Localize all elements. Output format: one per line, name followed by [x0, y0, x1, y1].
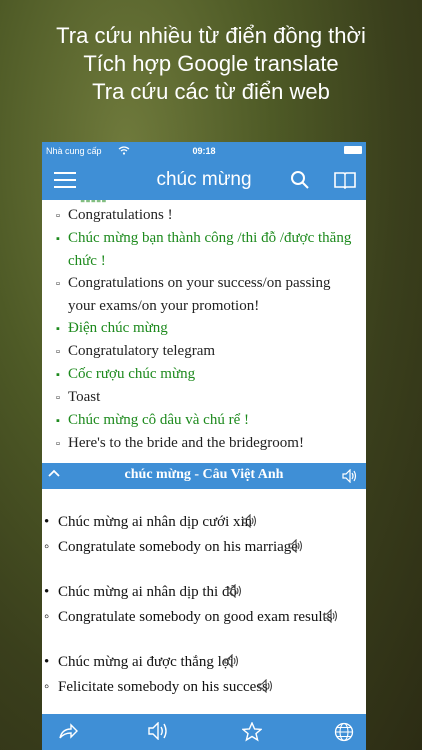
- speaker-icon[interactable]: [342, 468, 358, 487]
- definition-item: ▫ Congratulations on your success/on pass…: [42, 272, 360, 317]
- definition-text: Chúc mừng bạn thành công /thi đỗ /được t…: [68, 230, 352, 269]
- phrase-english: ◦ Felicitate somebody on his success: [42, 676, 366, 701]
- definition-item: ▪ Điện chúc mừng: [42, 317, 360, 340]
- share-icon[interactable]: [58, 722, 78, 744]
- phone-screen: Nhà cung cấp 09:18 chúc mừng ▪▪▪▪▪ ▫ Cong…: [42, 142, 366, 750]
- speaker-icon[interactable]: [322, 608, 339, 631]
- battery-icon: [344, 146, 362, 154]
- speaker-icon[interactable]: [227, 583, 243, 606]
- phrase-vietnamese: • Chúc mừng ai nhân dịp cưới xin: [42, 511, 366, 536]
- phrase-vietnamese: • Chúc mừng ai nhân dịp thi đỗ: [42, 581, 366, 606]
- promo-line-3: Tra cứu các từ điển web: [92, 79, 330, 104]
- square-bullet-icon: ▪: [56, 369, 60, 381]
- speaker-icon[interactable]: [288, 538, 304, 561]
- speaker-icon[interactable]: [224, 653, 240, 676]
- bullet-icon: •: [44, 514, 50, 530]
- nav-title: chúc mừng: [156, 169, 252, 190]
- definition-text: Cốc rượu chúc mừng: [68, 366, 196, 382]
- bottom-toolbar: [42, 714, 366, 750]
- promo-line-2: Tích hợp Google translate: [83, 51, 339, 76]
- definition-text: Congratulatory telegram: [68, 343, 216, 359]
- definition-item: ▫ Toast: [42, 386, 360, 409]
- star-icon[interactable]: [241, 721, 263, 746]
- phrase-text: Chúc mừng ai nhân dịp thi đỗ: [58, 584, 237, 600]
- phrase-english: ◦ Congratulate somebody on good exam resu…: [42, 606, 366, 631]
- bullet-icon: •: [44, 584, 50, 600]
- phrase-english: ◦ Congratulate somebody on his marriage: [42, 536, 366, 561]
- search-icon[interactable]: [290, 170, 310, 194]
- definition-text: Điện chúc mừng: [68, 320, 168, 336]
- phrase-text: Congratulate somebody on good exam resul…: [58, 609, 333, 625]
- phrase-item: • Chúc mừng ai được thắng lợi ◦ Felicitate …: [42, 651, 366, 701]
- definition-list: ▫ Congratulations ! ▪ Chúc mừng bạn thành c…: [42, 204, 366, 455]
- nav-bar: chúc mừng: [42, 160, 366, 200]
- hollow-square-bullet-icon: ▫: [56, 392, 60, 404]
- definition-item: ▫ Congratulatory telegram: [42, 340, 360, 363]
- phrase-text: Chúc mừng ai nhân dịp cưới xin: [58, 514, 253, 530]
- phrase-vietnamese: • Chúc mừng ai được thắng lợi: [42, 651, 366, 676]
- definition-item: ▫ Here's to the bride and the bridegroom!: [42, 432, 360, 455]
- promo-caption: Tra cứu nhiều từ điển đồng thời Tích hợp…: [0, 22, 422, 106]
- definition-item: ▪ Chúc mừng cô dâu và chú rể !: [42, 409, 360, 432]
- phrase-text: Felicitate somebody on his success: [58, 679, 268, 695]
- definition-text: Here's to the bride and the bridegroom!: [68, 435, 304, 451]
- definition-item: ▪ Cốc rượu chúc mừng: [42, 363, 360, 386]
- definition-text: Congratulations on your success/on passi…: [68, 275, 331, 314]
- section-title: chúc mừng - Câu Việt Anh: [124, 467, 284, 482]
- globe-icon[interactable]: [334, 722, 354, 746]
- hollow-square-bullet-icon: ▫: [56, 346, 60, 358]
- bullet-icon: ◦: [44, 609, 50, 625]
- hollow-square-bullet-icon: ▫: [56, 210, 60, 222]
- hollow-square-bullet-icon: ▫: [56, 278, 60, 290]
- definition-item: ▪ Chúc mừng bạn thành công /thi đỗ /được …: [42, 227, 360, 272]
- book-icon[interactable]: [334, 171, 356, 193]
- phrase-text: Congratulate somebody on his marriage: [58, 539, 298, 555]
- square-bullet-icon: ▪: [56, 233, 60, 245]
- section-header[interactable]: chúc mừng - Câu Việt Anh: [42, 463, 366, 489]
- hollow-square-bullet-icon: ▫: [56, 438, 60, 450]
- speaker-icon[interactable]: [148, 721, 170, 744]
- speaker-icon[interactable]: [242, 513, 258, 536]
- bullet-icon: ◦: [44, 539, 50, 555]
- phrase-list: • Chúc mừng ai nhân dịp cưới xin ◦ Congratu…: [42, 489, 366, 701]
- phrase-text: Chúc mừng ai được thắng lợi: [58, 654, 234, 670]
- definition-text: Congratulations !: [68, 207, 173, 223]
- result-content[interactable]: ▪▪▪▪▪ ▫ Congratulations ! ▪ Chúc mừng bạn t…: [42, 200, 366, 714]
- status-bar: Nhà cung cấp 09:18: [42, 142, 366, 160]
- square-bullet-icon: ▪: [56, 415, 60, 427]
- phrase-item: • Chúc mừng ai nhân dịp thi đỗ ◦ Congratula…: [42, 581, 366, 631]
- status-time: 09:18: [192, 146, 216, 156]
- phrase-item: • Chúc mừng ai nhân dịp cưới xin ◦ Congratu…: [42, 511, 366, 561]
- bullet-icon: ◦: [44, 679, 50, 695]
- speaker-icon[interactable]: [258, 678, 274, 701]
- definition-item: ▫ Congratulations !: [42, 204, 360, 227]
- square-bullet-icon: ▪: [56, 323, 60, 335]
- clipped-previous-entry: ▪▪▪▪▪: [42, 200, 366, 204]
- definition-text: Chúc mừng cô dâu và chú rể !: [68, 412, 249, 428]
- definition-text: Toast: [68, 389, 101, 405]
- bullet-icon: •: [44, 654, 50, 670]
- promo-line-1: Tra cứu nhiều từ điển đồng thời: [56, 23, 366, 48]
